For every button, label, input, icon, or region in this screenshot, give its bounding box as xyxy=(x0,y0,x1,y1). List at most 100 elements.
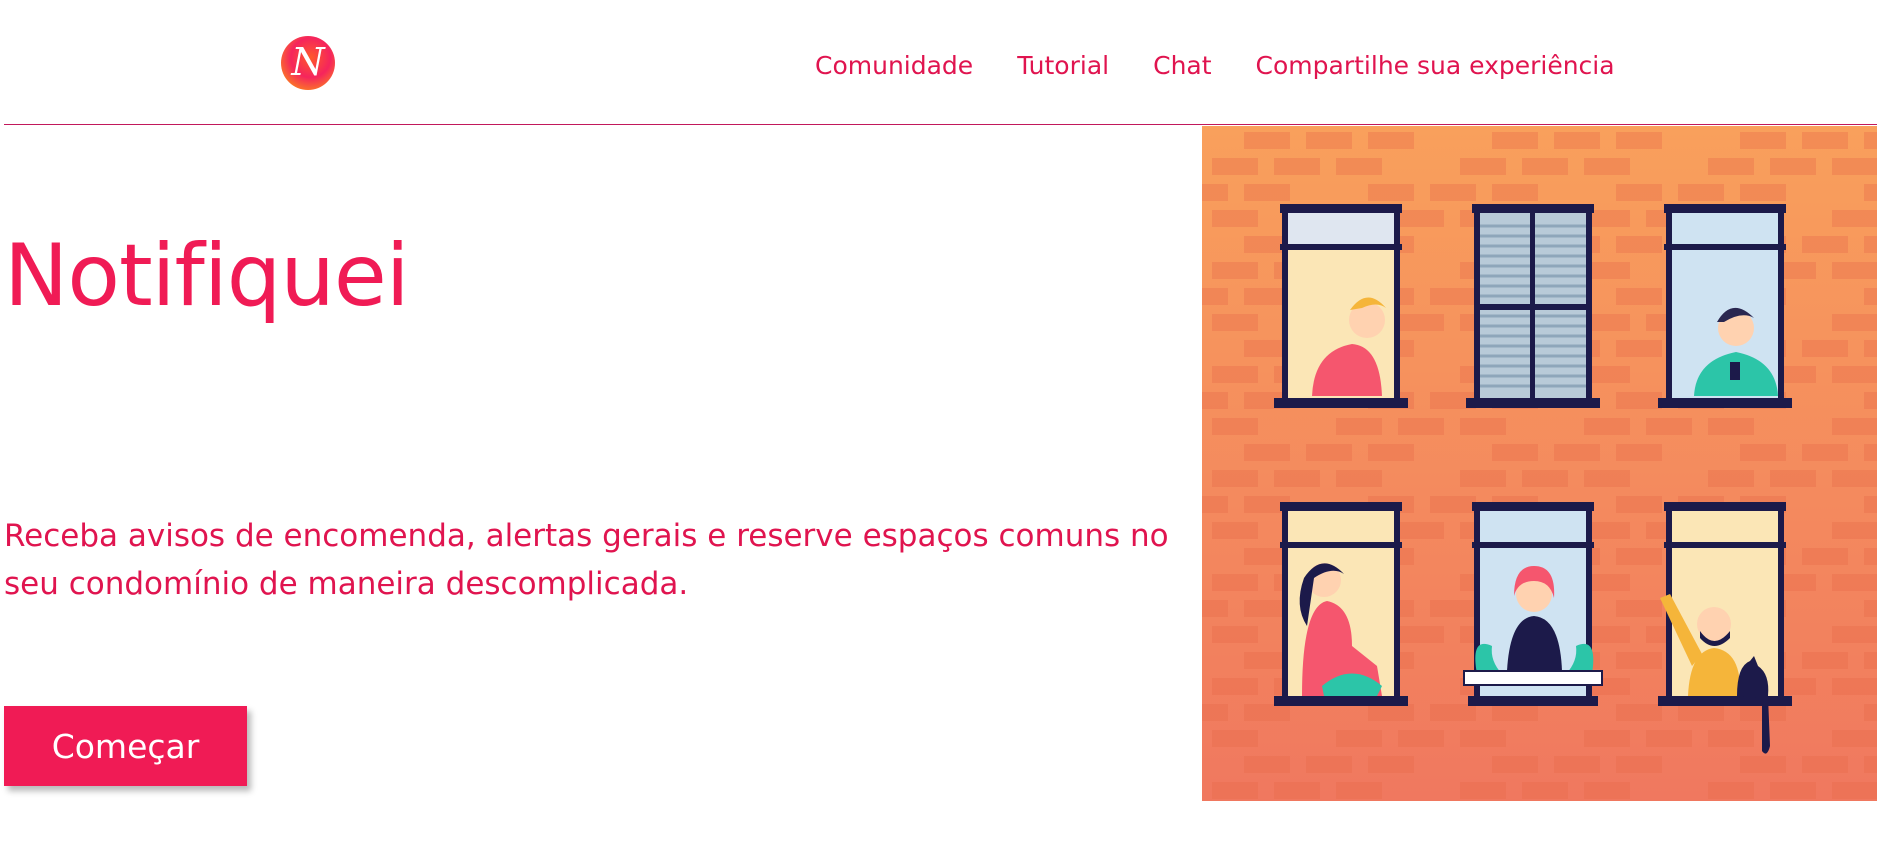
brick xyxy=(1398,210,1444,227)
brick xyxy=(1584,730,1630,747)
brick xyxy=(1212,470,1258,487)
brick xyxy=(1708,418,1754,435)
brick xyxy=(1212,262,1258,279)
brick xyxy=(1212,366,1258,383)
brick xyxy=(1244,756,1290,773)
brick xyxy=(1770,158,1816,175)
brick xyxy=(1460,418,1506,435)
brick xyxy=(1492,132,1538,149)
nav-link-comunidade[interactable]: Comunidade xyxy=(815,50,973,82)
brick xyxy=(1460,730,1506,747)
brick xyxy=(1646,418,1692,435)
brick xyxy=(1864,392,1877,409)
brick xyxy=(1832,730,1877,747)
brick xyxy=(1430,288,1476,305)
brick xyxy=(1336,418,1382,435)
brick xyxy=(1202,496,1228,513)
brick xyxy=(1584,418,1630,435)
brick xyxy=(1202,184,1228,201)
brick xyxy=(1584,470,1630,487)
brick xyxy=(1616,132,1662,149)
brick xyxy=(1212,782,1258,799)
brick xyxy=(1212,730,1258,747)
brick xyxy=(1802,652,1848,669)
brick xyxy=(1864,548,1877,565)
brick xyxy=(1398,522,1444,539)
brick xyxy=(1306,444,1352,461)
brick xyxy=(1802,132,1848,149)
brick xyxy=(1616,444,1662,461)
brick xyxy=(1306,756,1352,773)
brick xyxy=(1616,288,1662,305)
brick xyxy=(1212,158,1258,175)
brick xyxy=(1740,444,1786,461)
brick xyxy=(1522,782,1568,799)
brick xyxy=(1274,782,1320,799)
main-nav: Comunidade Tutorial Chat Compartilhe sua… xyxy=(815,50,1615,82)
brick xyxy=(1336,470,1382,487)
nav-link-chat[interactable]: Chat xyxy=(1153,50,1211,82)
brick xyxy=(1678,704,1724,721)
brick xyxy=(1802,236,1848,253)
brick xyxy=(1616,236,1662,253)
brick xyxy=(1460,158,1506,175)
brick xyxy=(1832,574,1877,591)
brick xyxy=(1430,184,1476,201)
brick xyxy=(1616,184,1662,201)
brick xyxy=(1212,678,1258,695)
brick xyxy=(1398,314,1444,331)
brick xyxy=(1616,652,1662,669)
brick xyxy=(1864,132,1877,149)
brick xyxy=(1460,470,1506,487)
window-top-middle xyxy=(1466,204,1600,408)
brick xyxy=(1430,704,1476,721)
brand-logo-icon[interactable]: N xyxy=(281,36,335,90)
brick xyxy=(1492,704,1538,721)
brick xyxy=(1708,470,1754,487)
brick xyxy=(1832,678,1877,695)
brick xyxy=(1212,522,1258,539)
brick xyxy=(1554,756,1600,773)
brick xyxy=(1832,210,1877,227)
brick xyxy=(1398,730,1444,747)
brick xyxy=(1832,366,1877,383)
brick xyxy=(1740,184,1786,201)
brick xyxy=(1678,184,1724,201)
brick xyxy=(1616,496,1662,513)
start-button[interactable]: Começar xyxy=(4,706,247,786)
site-header: N Comunidade Tutorial Chat Compartilhe s… xyxy=(4,0,1877,125)
logo-letter: N xyxy=(291,40,325,84)
brick xyxy=(1202,704,1228,721)
window-bottom-left xyxy=(1274,502,1408,706)
brick xyxy=(1770,782,1816,799)
brick xyxy=(1492,444,1538,461)
brick xyxy=(1770,470,1816,487)
brick xyxy=(1212,626,1258,643)
brick xyxy=(1430,600,1476,617)
brick xyxy=(1832,262,1877,279)
nav-link-compartilhe[interactable]: Compartilhe sua experiência xyxy=(1256,50,1615,82)
hero-title: Notifiquei xyxy=(4,226,410,326)
brick xyxy=(1864,288,1877,305)
nav-link-tutorial[interactable]: Tutorial xyxy=(1017,50,1109,82)
brick xyxy=(1864,600,1877,617)
brick xyxy=(1832,782,1877,799)
brick xyxy=(1244,132,1290,149)
brick xyxy=(1368,444,1414,461)
brick xyxy=(1616,704,1662,721)
brick xyxy=(1522,470,1568,487)
brick xyxy=(1336,782,1382,799)
window-bottom-middle xyxy=(1463,502,1603,706)
brick xyxy=(1616,340,1662,357)
brick xyxy=(1864,652,1877,669)
brick xyxy=(1306,132,1352,149)
brick xyxy=(1202,392,1228,409)
brick xyxy=(1616,392,1662,409)
brick xyxy=(1244,444,1290,461)
brick xyxy=(1398,418,1444,435)
brick xyxy=(1832,314,1877,331)
brick xyxy=(1584,158,1630,175)
brick xyxy=(1740,756,1786,773)
brick xyxy=(1832,158,1877,175)
brick xyxy=(1864,236,1877,253)
